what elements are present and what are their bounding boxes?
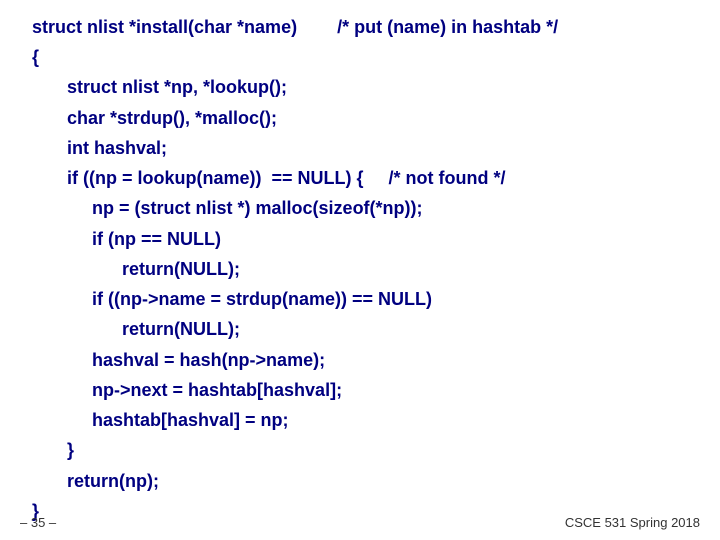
- code-line: hashtab[hashval] = np;: [32, 410, 289, 430]
- code-line: return(NULL);: [32, 259, 240, 279]
- slide-number: – 35 –: [20, 515, 56, 530]
- code-line: {: [32, 47, 39, 67]
- code-line: return(NULL);: [32, 319, 240, 339]
- code-line: struct nlist *install(char *name) /* put…: [32, 17, 558, 37]
- code-line: if ((np = lookup(name)) == NULL) { /* no…: [32, 168, 505, 188]
- code-line: return(np);: [32, 471, 159, 491]
- code-line: hashval = hash(np->name);: [32, 350, 325, 370]
- code-line: np = (struct nlist *) malloc(sizeof(*np)…: [32, 198, 423, 218]
- code-block: struct nlist *install(char *name) /* put…: [32, 12, 558, 526]
- code-line: if ((np->name = strdup(name)) == NULL): [32, 289, 432, 309]
- course-label: CSCE 531 Spring 2018: [565, 515, 700, 530]
- code-line: }: [32, 440, 74, 460]
- code-line: char *strdup(), *malloc();: [32, 108, 277, 128]
- code-line: if (np == NULL): [32, 229, 221, 249]
- code-line: np->next = hashtab[hashval];: [32, 380, 342, 400]
- code-line: int hashval;: [32, 138, 167, 158]
- code-line: struct nlist *np, *lookup();: [32, 77, 287, 97]
